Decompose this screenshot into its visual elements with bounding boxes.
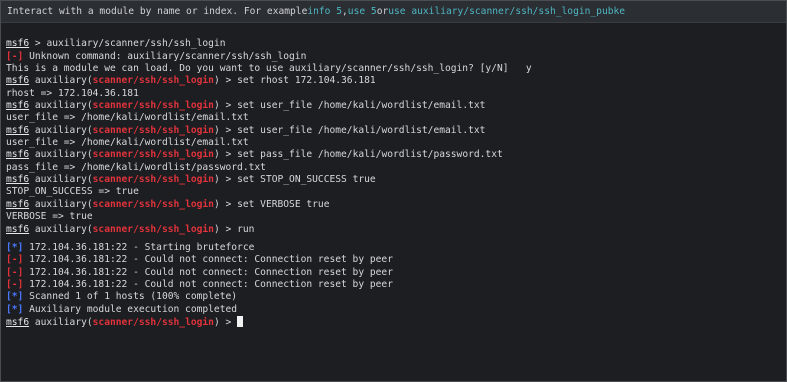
command-line: msf6 auxiliary(scanner/ssh/ssh_login) > … — [6, 124, 486, 136]
hint-example-use: use 5 — [347, 6, 377, 17]
command-text: set pass_file /home/kali/wordlist/passwo… — [237, 149, 503, 161]
msf-prompt: msf6 — [6, 223, 30, 235]
error-tag: [-] — [6, 278, 24, 290]
command-line: msf6 auxiliary(scanner/ssh/ssh_login) > … — [6, 75, 376, 87]
info-tag: [*] — [6, 303, 24, 315]
command-text: run — [237, 223, 255, 235]
msf-prompt: msf6 — [6, 149, 30, 161]
text-cursor[interactable] — [237, 315, 244, 327]
status-line: [*] 172.104.36.181:22 - Starting brutefo… — [6, 241, 255, 253]
command-text: set rhost 172.104.36.181 — [237, 75, 376, 87]
active-prompt-line[interactable]: msf6 auxiliary(scanner/ssh/ssh_login) > — [6, 315, 786, 328]
module-name: scanner/ssh/ssh_login — [92, 75, 214, 87]
hint-example-use-full: use auxiliary/scanner/ssh/ssh_login_pubk… — [388, 6, 626, 17]
hint-sep-2: or — [376, 6, 389, 17]
output-line: This is a module we can load. Do you wan… — [6, 63, 532, 75]
status-line: [-] 172.104.36.181:22 - Could not connec… — [6, 266, 393, 278]
terminal-output: msf6 > auxiliary/scanner/ssh/ssh_login [… — [1, 23, 786, 328]
module-name: scanner/ssh/ssh_login — [92, 100, 214, 112]
module-name: scanner/ssh/ssh_login — [92, 223, 214, 235]
module-name: scanner/ssh/ssh_login — [92, 316, 214, 328]
module-name: scanner/ssh/ssh_login — [92, 149, 214, 161]
info-tag: [*] — [6, 291, 24, 303]
output-line: STOP_ON_SUCCESS => true — [6, 186, 139, 198]
status-line: [*] Scanned 1 of 1 hosts (100% complete) — [6, 291, 238, 303]
command-text: set user_file /home/kali/wordlist/email.… — [237, 124, 486, 136]
usage-hint-line: Interact with a module by name or index.… — [1, 1, 786, 23]
hint-prefix: Interact with a module by name or index.… — [7, 6, 308, 17]
error-line: [-] Unknown command: auxiliary/scanner/s… — [6, 51, 786, 63]
info-tag: [*] — [6, 241, 24, 253]
module-name: scanner/ssh/ssh_login — [92, 198, 214, 210]
status-line: [-] 172.104.36.181:22 - Could not connec… — [6, 254, 393, 266]
command-line: msf6 > auxiliary/scanner/ssh/ssh_login — [6, 38, 226, 50]
error-tag: [-] — [6, 266, 24, 278]
terminal-window[interactable]: Interact with a module by name or index.… — [0, 0, 787, 382]
command-line: msf6 auxiliary(scanner/ssh/ssh_login) > … — [6, 223, 255, 235]
output-line: pass_file => /home/kali/wordlist/passwor… — [6, 161, 266, 173]
msf-prompt: msf6 — [6, 174, 30, 186]
output-line: rhost => 172.104.36.181 — [6, 87, 139, 99]
output-line: user_file => /home/kali/wordlist/email.t… — [6, 137, 249, 149]
command-line: msf6 auxiliary(scanner/ssh/ssh_login) > … — [6, 198, 330, 210]
msf-prompt: msf6 — [6, 100, 30, 112]
msf-prompt: msf6 — [6, 124, 30, 136]
error-tag: [-] — [6, 254, 24, 266]
error-tag: [-] — [6, 50, 24, 62]
error-text: Unknown command: auxiliary/scanner/ssh/s… — [23, 50, 307, 62]
status-line: [-] 172.104.36.181:22 - Could not connec… — [6, 278, 393, 290]
module-name: scanner/ssh/ssh_login — [92, 174, 214, 186]
msf-prompt: msf6 — [6, 198, 30, 210]
status-line: [*] Auxiliary module execution completed — [6, 303, 238, 315]
msf-prompt: msf6 — [6, 75, 30, 87]
command-text: auxiliary/scanner/ssh/ssh_login — [46, 38, 226, 50]
command-line: msf6 auxiliary(scanner/ssh/ssh_login) > … — [6, 174, 376, 186]
hint-example-info: info 5 — [307, 6, 343, 17]
output-line: VERBOSE => true — [6, 211, 93, 223]
command-line: msf6 auxiliary(scanner/ssh/ssh_login) > … — [6, 149, 503, 161]
gap-line — [6, 26, 786, 38]
command-text: set user_file /home/kali/wordlist/email.… — [237, 100, 486, 112]
msf-prompt: msf6 — [6, 38, 30, 50]
msf-prompt: msf6 — [6, 316, 30, 328]
output-line: user_file => /home/kali/wordlist/email.t… — [6, 112, 249, 124]
command-text: set STOP_ON_SUCCESS true — [237, 174, 376, 186]
command-line: msf6 auxiliary(scanner/ssh/ssh_login) > … — [6, 100, 486, 112]
module-name: scanner/ssh/ssh_login — [92, 124, 214, 136]
command-text: set VERBOSE true — [237, 198, 330, 210]
